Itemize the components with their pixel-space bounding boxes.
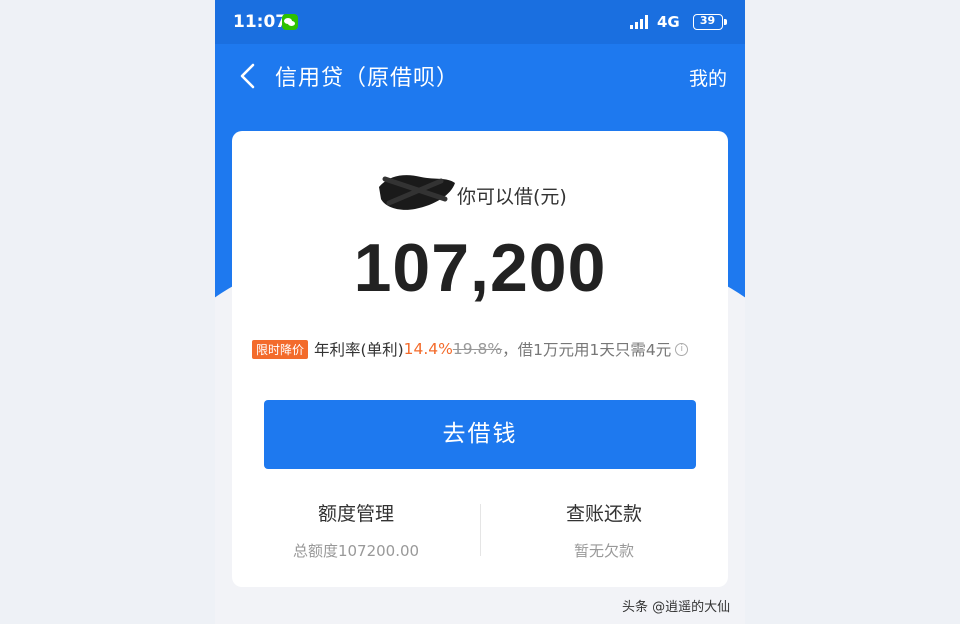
status-bar: 11:07 4G 39 [215,0,745,44]
network-type: 4G [657,13,680,31]
page-title: 信用贷（原借呗） [275,66,460,91]
promo-badge: 限时降价 [252,339,309,359]
redaction-scribble-icon [379,175,455,210]
battery-level: 39 [699,14,716,27]
current-rate: 14.4% [403,340,453,358]
debt-status-text: 暂无欠款 [573,542,634,560]
signal-strength-icon [630,15,652,29]
original-rate: 19.8% [452,340,503,358]
available-credit-amount: 107,200 [353,230,607,306]
info-icon[interactable]: i [675,342,689,356]
total-quota-text: 总额度107200.00 [292,542,420,560]
credit-card-panel: 你可以借(元) 107,200 限时降价 年利率(单利) 14.4% 19.8%… [232,131,728,587]
watermark-text: 头条 @逍遥的大仙 [622,600,731,615]
rate-cost-note: ，借1万元用1天只需4元 [502,341,672,359]
status-time: 11:07 [233,12,288,32]
rate-label: 年利率(单利) [314,341,404,359]
back-arrow-icon[interactable] [237,61,261,91]
repayment-title: 查账还款 [565,503,642,525]
quota-management-title: 额度管理 [317,503,394,525]
quota-management-entry[interactable]: 额度管理 总额度107200.00 [232,499,480,561]
phone-screen: 11:07 4G 39 信用贷（原借呗） 我的 你可以借(元) 107,200 … [215,0,745,624]
borrow-button[interactable]: 去借钱 [264,400,696,469]
available-credit-label: 你可以借(元) [457,186,567,208]
nav-bar: 信用贷（原借呗） 我的 [215,44,745,108]
interest-rate-row: 限时降价 年利率(单利) 14.4% 19.8% ，借1万元用1天只需4元 i [252,339,689,359]
repayment-entry[interactable]: 查账还款 暂无欠款 [480,499,728,561]
wechat-notification-icon [282,14,298,30]
battery-icon: 39 [693,14,727,30]
my-account-link[interactable]: 我的 [689,64,727,91]
